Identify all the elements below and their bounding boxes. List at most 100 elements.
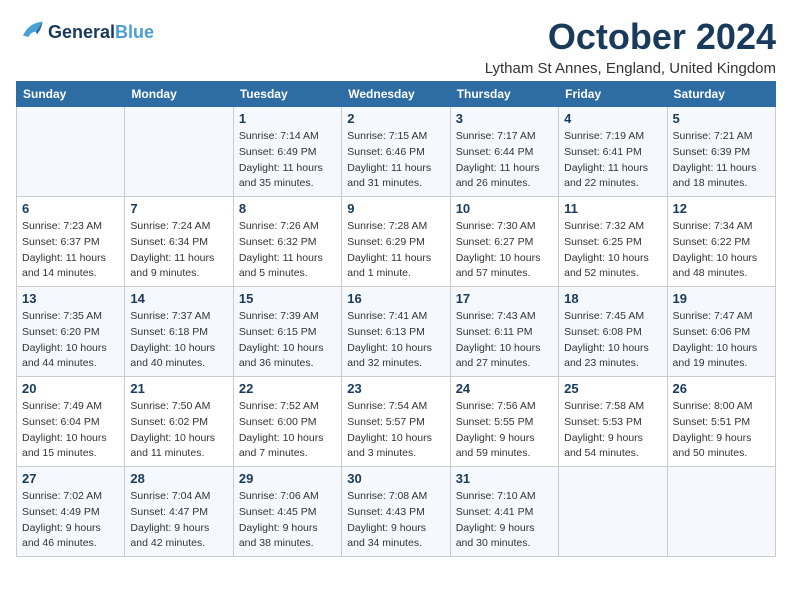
- day-number: 29: [239, 471, 336, 486]
- day-header-thursday: Thursday: [450, 82, 558, 107]
- calendar-cell: 31 Sunrise: 7:10 AMSunset: 4:41 PMDayligh…: [450, 467, 558, 557]
- calendar-cell: 5 Sunrise: 7:21 AMSunset: 6:39 PMDaylight…: [667, 107, 775, 197]
- location: Lytham St Annes, England, United Kingdom: [485, 60, 776, 77]
- day-detail: Sunrise: 7:17 AMSunset: 6:44 PMDaylight:…: [456, 129, 553, 192]
- day-detail: Sunrise: 7:24 AMSunset: 6:34 PMDaylight:…: [130, 219, 227, 282]
- calendar-cell: 1 Sunrise: 7:14 AMSunset: 6:49 PMDaylight…: [233, 107, 341, 197]
- day-number: 26: [673, 381, 770, 396]
- day-detail: Sunrise: 7:41 AMSunset: 6:13 PMDaylight:…: [347, 309, 444, 372]
- day-header-monday: Monday: [125, 82, 233, 107]
- week-row-4: 20Sunrise: 7:49 AMSunset: 6:04 PMDayligh…: [17, 377, 776, 467]
- day-detail: Sunrise: 7:10 AMSunset: 4:41 PMDaylight:…: [456, 489, 553, 552]
- calendar-cell: 27Sunrise: 7:02 AMSunset: 4:49 PMDayligh…: [17, 467, 125, 557]
- logo-text: GeneralBlue: [48, 22, 154, 43]
- day-detail: Sunrise: 7:23 AMSunset: 6:37 PMDaylight:…: [22, 219, 119, 282]
- calendar-cell: 6 Sunrise: 7:23 AMSunset: 6:37 PMDaylight…: [17, 197, 125, 287]
- calendar-cell: 26 Sunrise: 8:00 AMSunset: 5:51 PMDayligh…: [667, 377, 775, 467]
- calendar-cell: 23 Sunrise: 7:54 AMSunset: 5:57 PMDayligh…: [342, 377, 450, 467]
- day-detail: Sunrise: 7:47 AMSunset: 6:06 PMDaylight:…: [673, 309, 770, 372]
- day-detail: Sunrise: 7:58 AMSunset: 5:53 PMDaylight:…: [564, 399, 661, 462]
- day-detail: Sunrise: 7:52 AMSunset: 6:00 PMDaylight:…: [239, 399, 336, 462]
- week-row-2: 6 Sunrise: 7:23 AMSunset: 6:37 PMDaylight…: [17, 197, 776, 287]
- day-number: 7: [130, 201, 227, 216]
- day-detail: Sunrise: 7:30 AMSunset: 6:27 PMDaylight:…: [456, 219, 553, 282]
- title-block: October 2024 Lytham St Annes, England, U…: [485, 16, 776, 77]
- day-number: 11: [564, 201, 661, 216]
- day-number: 21: [130, 381, 227, 396]
- day-number: 1: [239, 111, 336, 126]
- day-detail: Sunrise: 8:00 AMSunset: 5:51 PMDaylight:…: [673, 399, 770, 462]
- day-detail: Sunrise: 7:06 AMSunset: 4:45 PMDaylight:…: [239, 489, 336, 552]
- calendar-cell: 4Sunrise: 7:19 AMSunset: 6:41 PMDaylight…: [559, 107, 667, 197]
- calendar-cell: 21 Sunrise: 7:50 AMSunset: 6:02 PMDayligh…: [125, 377, 233, 467]
- logo: GeneralBlue: [16, 16, 154, 49]
- week-row-3: 13 Sunrise: 7:35 AMSunset: 6:20 PMDayligh…: [17, 287, 776, 377]
- day-header-friday: Friday: [559, 82, 667, 107]
- day-number: 25: [564, 381, 661, 396]
- day-number: 18: [564, 291, 661, 306]
- calendar-cell: 14 Sunrise: 7:37 AMSunset: 6:18 PMDayligh…: [125, 287, 233, 377]
- day-detail: Sunrise: 7:34 AMSunset: 6:22 PMDaylight:…: [673, 219, 770, 282]
- day-number: 17: [456, 291, 553, 306]
- day-number: 27: [22, 471, 119, 486]
- calendar-cell: 17 Sunrise: 7:43 AMSunset: 6:11 PMDayligh…: [450, 287, 558, 377]
- day-number: 19: [673, 291, 770, 306]
- day-number: 6: [22, 201, 119, 216]
- day-detail: Sunrise: 7:21 AMSunset: 6:39 PMDaylight:…: [673, 129, 770, 192]
- day-detail: Sunrise: 7:32 AMSunset: 6:25 PMDaylight:…: [564, 219, 661, 282]
- calendar-cell: 24Sunrise: 7:56 AMSunset: 5:55 PMDayligh…: [450, 377, 558, 467]
- logo-icon: [16, 16, 44, 49]
- calendar-cell: 25 Sunrise: 7:58 AMSunset: 5:53 PMDayligh…: [559, 377, 667, 467]
- calendar-cell: 13 Sunrise: 7:35 AMSunset: 6:20 PMDayligh…: [17, 287, 125, 377]
- week-row-5: 27Sunrise: 7:02 AMSunset: 4:49 PMDayligh…: [17, 467, 776, 557]
- calendar-cell: 15 Sunrise: 7:39 AMSunset: 6:15 PMDayligh…: [233, 287, 341, 377]
- calendar-cell: [125, 107, 233, 197]
- day-header-wednesday: Wednesday: [342, 82, 450, 107]
- day-number: 22: [239, 381, 336, 396]
- calendar-cell: 29 Sunrise: 7:06 AMSunset: 4:45 PMDayligh…: [233, 467, 341, 557]
- page-header: GeneralBlue October 2024 Lytham St Annes…: [16, 16, 776, 77]
- calendar-cell: [17, 107, 125, 197]
- day-number: 20: [22, 381, 119, 396]
- day-detail: Sunrise: 7:45 AMSunset: 6:08 PMDaylight:…: [564, 309, 661, 372]
- calendar-cell: [559, 467, 667, 557]
- day-number: 31: [456, 471, 553, 486]
- calendar-cell: 7 Sunrise: 7:24 AMSunset: 6:34 PMDaylight…: [125, 197, 233, 287]
- day-detail: Sunrise: 7:43 AMSunset: 6:11 PMDaylight:…: [456, 309, 553, 372]
- day-number: 23: [347, 381, 444, 396]
- day-detail: Sunrise: 7:14 AMSunset: 6:49 PMDaylight:…: [239, 129, 336, 192]
- day-number: 12: [673, 201, 770, 216]
- calendar-table: SundayMondayTuesdayWednesdayThursdayFrid…: [16, 81, 776, 557]
- calendar-cell: 16 Sunrise: 7:41 AMSunset: 6:13 PMDayligh…: [342, 287, 450, 377]
- day-detail: Sunrise: 7:35 AMSunset: 6:20 PMDaylight:…: [22, 309, 119, 372]
- day-number: 16: [347, 291, 444, 306]
- calendar-cell: 22 Sunrise: 7:52 AMSunset: 6:00 PMDayligh…: [233, 377, 341, 467]
- day-detail: Sunrise: 7:15 AMSunset: 6:46 PMDaylight:…: [347, 129, 444, 192]
- day-detail: Sunrise: 7:39 AMSunset: 6:15 PMDaylight:…: [239, 309, 336, 372]
- day-number: 15: [239, 291, 336, 306]
- day-number: 5: [673, 111, 770, 126]
- day-detail: Sunrise: 7:37 AMSunset: 6:18 PMDaylight:…: [130, 309, 227, 372]
- day-detail: Sunrise: 7:56 AMSunset: 5:55 PMDaylight:…: [456, 399, 553, 462]
- day-header-sunday: Sunday: [17, 82, 125, 107]
- month-title: October 2024: [485, 16, 776, 58]
- day-header-tuesday: Tuesday: [233, 82, 341, 107]
- calendar-cell: 28Sunrise: 7:04 AMSunset: 4:47 PMDayligh…: [125, 467, 233, 557]
- calendar-cell: 19 Sunrise: 7:47 AMSunset: 6:06 PMDayligh…: [667, 287, 775, 377]
- day-number: 10: [456, 201, 553, 216]
- day-detail: Sunrise: 7:50 AMSunset: 6:02 PMDaylight:…: [130, 399, 227, 462]
- day-detail: Sunrise: 7:26 AMSunset: 6:32 PMDaylight:…: [239, 219, 336, 282]
- calendar-cell: 11 Sunrise: 7:32 AMSunset: 6:25 PMDayligh…: [559, 197, 667, 287]
- day-number: 3: [456, 111, 553, 126]
- day-header-saturday: Saturday: [667, 82, 775, 107]
- day-number: 13: [22, 291, 119, 306]
- calendar-cell: 2Sunrise: 7:15 AMSunset: 6:46 PMDaylight…: [342, 107, 450, 197]
- calendar-cell: 10 Sunrise: 7:30 AMSunset: 6:27 PMDayligh…: [450, 197, 558, 287]
- day-detail: Sunrise: 7:28 AMSunset: 6:29 PMDaylight:…: [347, 219, 444, 282]
- day-detail: Sunrise: 7:08 AMSunset: 4:43 PMDaylight:…: [347, 489, 444, 552]
- day-detail: Sunrise: 7:54 AMSunset: 5:57 PMDaylight:…: [347, 399, 444, 462]
- calendar-cell: 20Sunrise: 7:49 AMSunset: 6:04 PMDayligh…: [17, 377, 125, 467]
- day-number: 14: [130, 291, 227, 306]
- calendar-cell: 3 Sunrise: 7:17 AMSunset: 6:44 PMDaylight…: [450, 107, 558, 197]
- calendar-cell: 30Sunrise: 7:08 AMSunset: 4:43 PMDayligh…: [342, 467, 450, 557]
